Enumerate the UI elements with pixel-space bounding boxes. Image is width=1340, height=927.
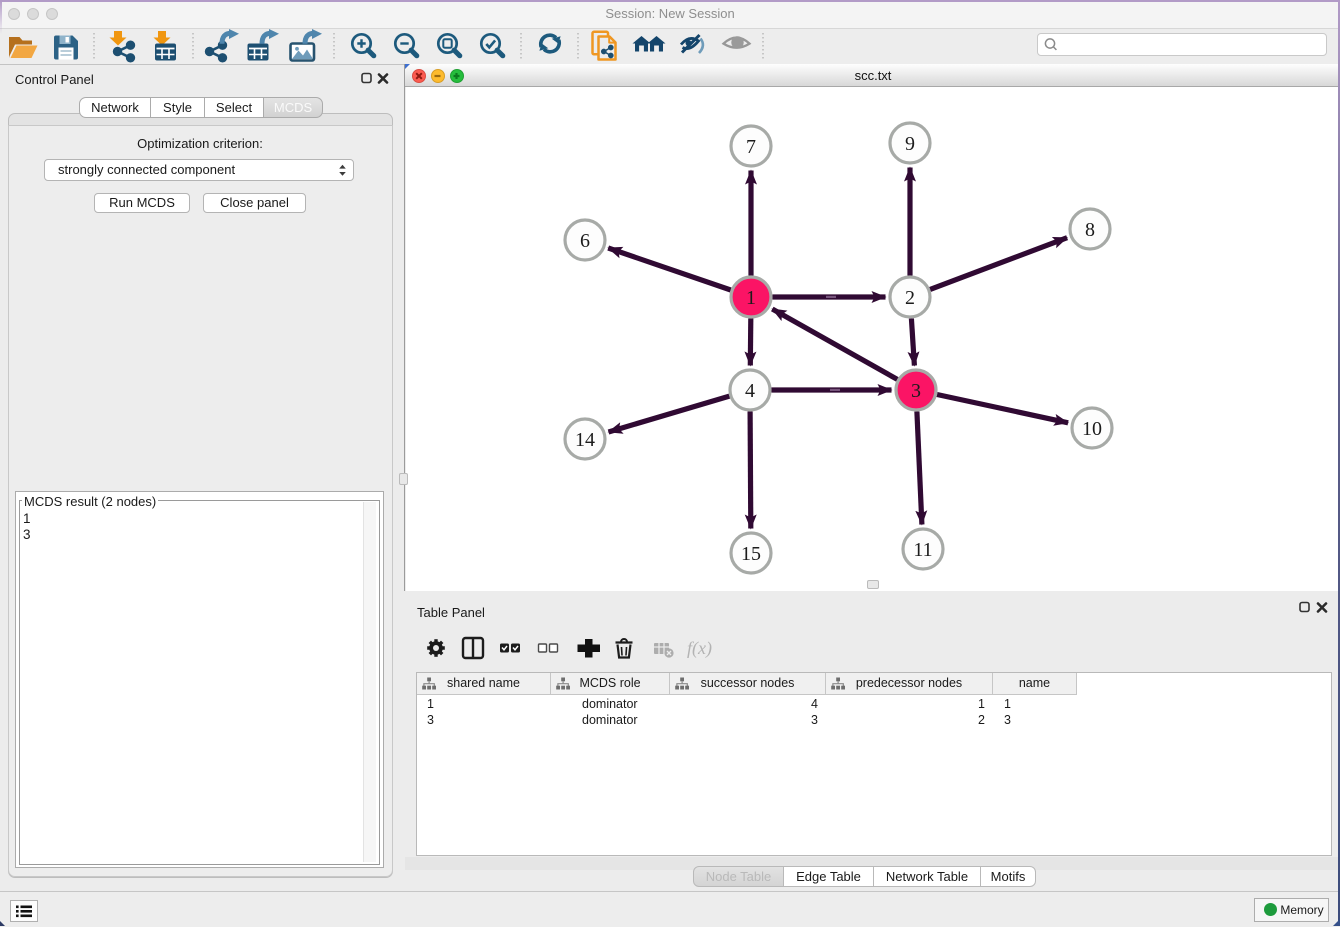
svg-text:2: 2 bbox=[905, 287, 915, 309]
svg-text:14: 14 bbox=[575, 429, 595, 451]
svg-text:6: 6 bbox=[580, 230, 590, 252]
svg-text:1: 1 bbox=[746, 287, 756, 309]
svg-text:8: 8 bbox=[1085, 219, 1095, 241]
svg-text:7: 7 bbox=[746, 136, 756, 158]
svg-text:3: 3 bbox=[911, 380, 921, 402]
svg-text:15: 15 bbox=[741, 543, 761, 565]
svg-text:10: 10 bbox=[1082, 418, 1102, 440]
svg-text:f(x): f(x) bbox=[687, 638, 712, 659]
svg-text:9: 9 bbox=[905, 133, 915, 155]
svg-text:11: 11 bbox=[913, 539, 932, 561]
svg-text:4: 4 bbox=[745, 380, 755, 402]
